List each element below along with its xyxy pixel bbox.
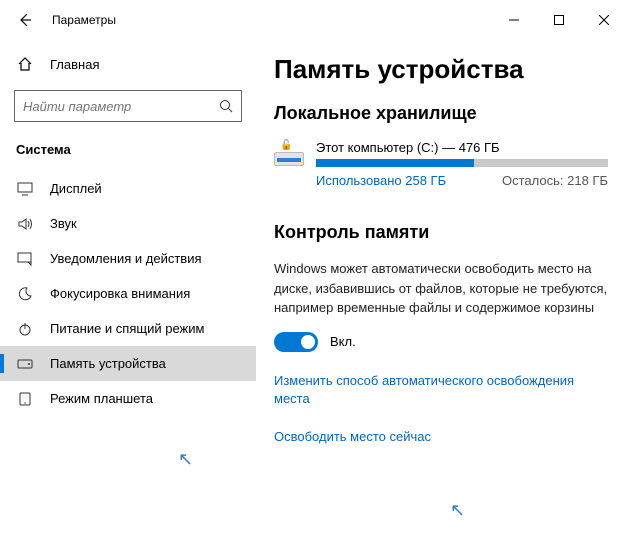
nav-label: Звук xyxy=(50,216,77,231)
storage-bar xyxy=(316,159,608,167)
nav-label: Уведомления и действия xyxy=(50,251,202,266)
nav-item-focus[interactable]: Фокусировка внимания xyxy=(0,276,256,311)
tablet-icon xyxy=(16,392,34,406)
section-title: Система xyxy=(0,132,256,171)
local-storage-heading: Локальное хранилище xyxy=(274,103,608,124)
home-icon xyxy=(16,56,34,72)
link-change-auto-free[interactable]: Изменить способ автоматического освобожд… xyxy=(274,372,608,408)
window-title: Параметры xyxy=(52,13,491,27)
nav-item-power[interactable]: Питание и спящий режим xyxy=(0,311,256,346)
close-button[interactable] xyxy=(581,5,626,35)
home-label: Главная xyxy=(50,57,99,72)
drive-row[interactable]: 🔓 Этот компьютер (C:) — 476 ГБ Использов… xyxy=(274,140,608,188)
nav-item-notifications[interactable]: Уведомления и действия xyxy=(0,241,256,276)
nav-label: Память устройства xyxy=(50,356,166,371)
storage-icon xyxy=(16,359,34,369)
search-input[interactable] xyxy=(14,90,242,122)
nav-label: Дисплей xyxy=(50,181,102,196)
nav-item-tablet[interactable]: Режим планшета xyxy=(0,381,256,416)
storage-used-link[interactable]: Использовано 258 ГБ xyxy=(316,173,446,188)
nav-item-storage[interactable]: Память устройства xyxy=(0,346,256,381)
page-title: Память устройства xyxy=(274,54,608,85)
storage-sense-description: Windows может автоматически освободить м… xyxy=(274,259,608,318)
search-field[interactable] xyxy=(23,99,219,114)
storage-free-label: Осталось: 218 ГБ xyxy=(502,173,608,188)
nav-item-sound[interactable]: Звук xyxy=(0,206,256,241)
nav-label: Питание и спящий режим xyxy=(50,321,204,336)
storage-sense-toggle[interactable] xyxy=(274,332,318,352)
sound-icon xyxy=(16,217,34,231)
nav-item-display[interactable]: Дисплей xyxy=(0,171,256,206)
moon-icon xyxy=(16,287,34,301)
minimize-button[interactable] xyxy=(491,5,536,35)
drive-name: Этот компьютер (C:) — 476 ГБ xyxy=(316,140,608,155)
power-icon xyxy=(16,322,34,336)
back-button[interactable] xyxy=(10,5,40,35)
storage-sense-heading: Контроль памяти xyxy=(274,222,608,243)
sidebar: Главная Система Дисплей Звук Уведомления… xyxy=(0,40,256,539)
drive-icon: 🔓 xyxy=(274,140,304,166)
maximize-button[interactable] xyxy=(536,5,581,35)
search-icon xyxy=(219,99,233,113)
notifications-icon xyxy=(16,252,34,266)
home-button[interactable]: Главная xyxy=(0,48,256,80)
link-free-now[interactable]: Освободить место сейчас xyxy=(274,428,608,446)
nav-label: Фокусировка внимания xyxy=(50,286,190,301)
nav-label: Режим планшета xyxy=(50,391,153,406)
toggle-label: Вкл. xyxy=(330,334,356,349)
main-content: Память устройства Локальное хранилище 🔓 … xyxy=(256,40,626,539)
display-icon xyxy=(16,182,34,196)
